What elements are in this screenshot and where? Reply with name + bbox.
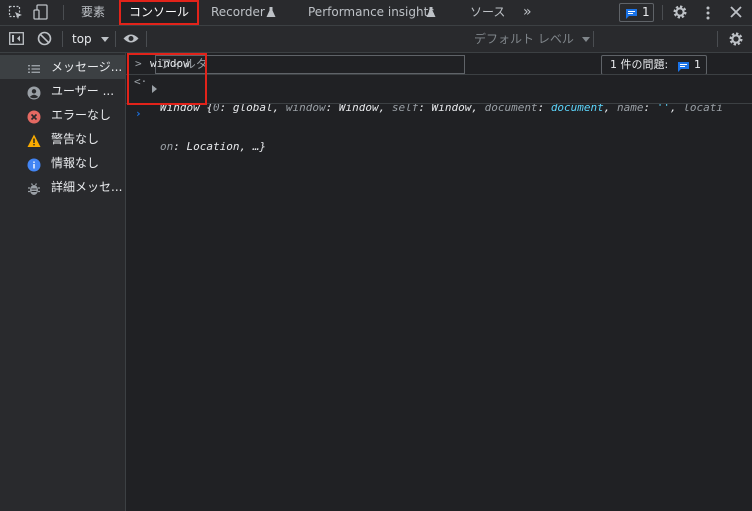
tab-recorder[interactable]: Recorder — [211, 0, 265, 25]
flask-icon — [426, 7, 436, 18]
console-settings-gear-icon[interactable] — [728, 31, 744, 47]
flask-icon — [266, 7, 276, 18]
console-messages: > window <· Window {0: global, window: W… — [126, 53, 752, 511]
more-tabs-button[interactable]: » — [523, 0, 532, 25]
sidebar-item-warnings[interactable]: 警告なし — [0, 127, 125, 151]
settings-gear-icon[interactable] — [672, 4, 688, 20]
toolbar-separator — [62, 31, 63, 47]
sidebar-toggle-icon[interactable] — [9, 32, 24, 45]
sidebar-item-user-messages[interactable]: ユーザー ... — [0, 79, 125, 103]
sidebar-item-verbose[interactable]: 詳細メッセ... — [0, 175, 125, 199]
more-options-icon[interactable] — [705, 5, 711, 21]
context-selector[interactable]: top — [72, 26, 109, 52]
sidebar-item-errors[interactable]: エラーなし — [0, 103, 125, 127]
sidebar-item-label: 情報なし — [51, 156, 100, 170]
tab-elements[interactable]: 要素 — [81, 0, 105, 25]
toolbar-separator — [146, 31, 147, 47]
issues-badge-count: 1 — [642, 5, 650, 19]
bug-icon — [27, 180, 41, 195]
row-divider — [126, 103, 752, 104]
log-levels-label: デフォルト レベル — [474, 32, 574, 46]
devtools-tab-bar: 要素 コンソール Recorder Performance insights ソ… — [0, 0, 752, 26]
sidebar-item-label: メッセージ... — [51, 60, 123, 74]
device-toolbar-icon[interactable] — [33, 4, 49, 21]
result-line-2: on: Location, …} — [160, 140, 266, 153]
warning-icon — [27, 132, 41, 147]
sidebar-item-info[interactable]: 情報なし — [0, 151, 125, 175]
close-icon[interactable] — [730, 6, 742, 18]
info-icon — [27, 156, 41, 172]
console-result-object[interactable]: Window {0: global, window: Window, self:… — [160, 75, 723, 179]
sidebar-item-label: エラーなし — [51, 108, 112, 122]
tab-console[interactable]: コンソール — [129, 0, 189, 25]
clear-console-icon[interactable] — [37, 31, 52, 46]
tab-sources[interactable]: ソース — [470, 0, 505, 25]
inspect-element-icon[interactable] — [8, 5, 24, 21]
context-selector-label: top — [72, 32, 92, 46]
dropdown-arrow-icon — [581, 37, 590, 42]
toolbar-separator — [115, 31, 116, 47]
sidebar-item-label: ユーザー ... — [51, 84, 115, 98]
error-icon — [27, 108, 41, 124]
sidebar-item-label: 詳細メッセ... — [51, 180, 123, 194]
sidebar-item-messages[interactable]: メッセージ... — [0, 55, 125, 79]
tab-separator — [63, 5, 64, 20]
toolbar-separator — [717, 31, 718, 47]
sidebar-item-label: 警告なし — [51, 132, 100, 146]
issues-badge-button[interactable]: 1 — [619, 3, 654, 22]
console-toolbar: top フィルタ デフォルト レベル 1 件の問題: 1 — [0, 26, 752, 75]
console-sidebar: メッセージ... ユーザー ... エラーなし 警告なし 情報なし 詳細メッセ.… — [0, 53, 126, 511]
tab-separator — [662, 5, 663, 20]
user-icon — [27, 84, 41, 100]
message-icon — [626, 8, 637, 19]
tab-performance-insights[interactable]: Performance insights — [308, 0, 435, 25]
log-levels-dropdown[interactable]: デフォルト レベル — [474, 26, 590, 52]
console-prompt-icon[interactable]: › — [135, 107, 142, 120]
dropdown-arrow-icon — [100, 37, 109, 42]
live-expression-eye-icon[interactable] — [123, 33, 139, 44]
list-icon — [27, 60, 41, 74]
toolbar-separator — [593, 31, 594, 47]
annotation-highlight-box — [127, 53, 207, 105]
